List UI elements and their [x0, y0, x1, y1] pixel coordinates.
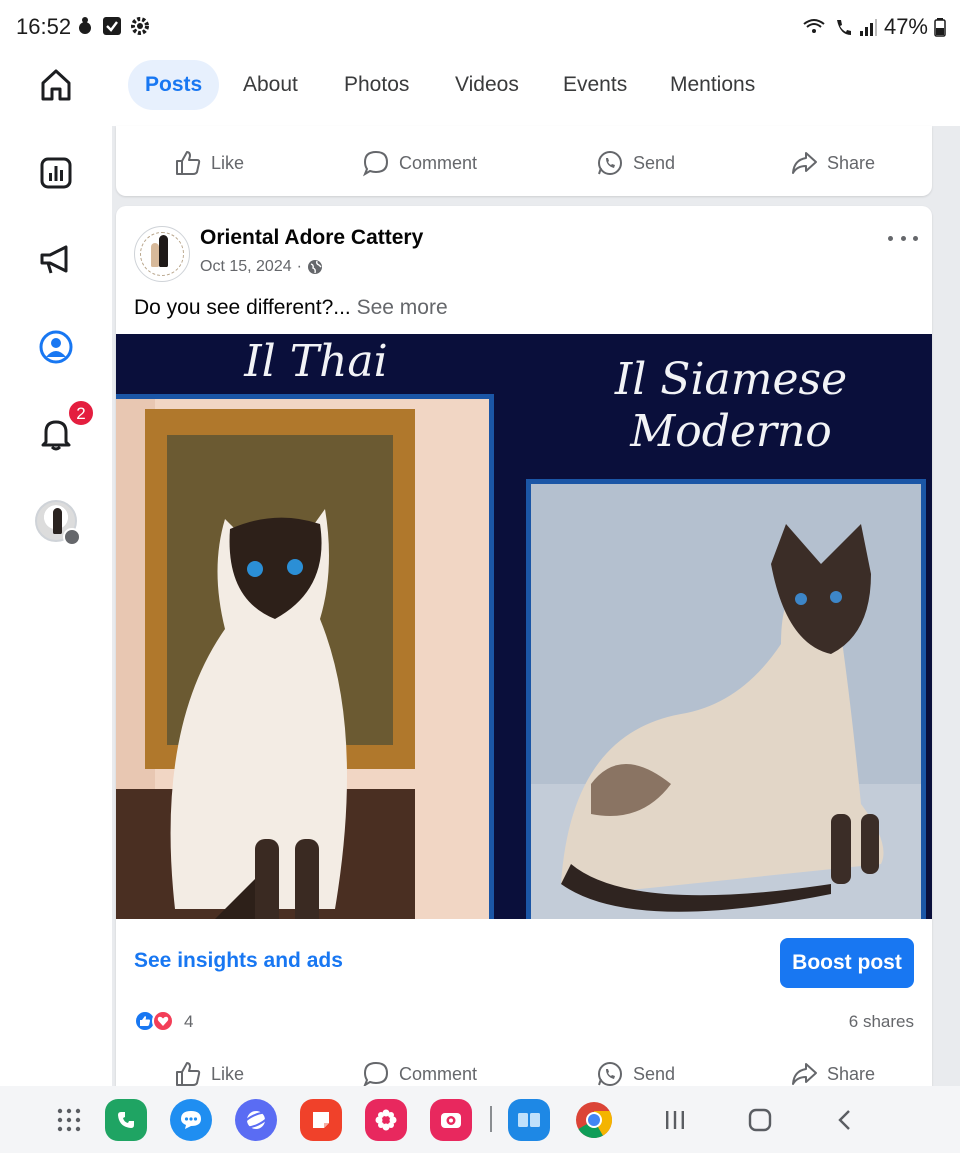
tab-posts[interactable]: Posts — [128, 60, 220, 110]
status-left-icons — [76, 16, 150, 36]
rail-profile[interactable] — [34, 325, 78, 369]
tab-videos[interactable]: Videos — [438, 60, 536, 110]
app-drawer-icon[interactable] — [47, 1098, 91, 1142]
back-button-icon[interactable] — [823, 1098, 867, 1142]
whatsapp-icon — [598, 1062, 622, 1086]
share-button[interactable]: Share — [790, 138, 875, 188]
reactions-row: 4 6 shares — [116, 1006, 932, 1036]
post-caption: Do you see different?... — [134, 296, 351, 319]
like-icon — [176, 1062, 201, 1086]
menu-badge-icon — [63, 528, 81, 546]
send-label: Send — [633, 1063, 676, 1084]
love-reaction-icon — [152, 1010, 174, 1032]
chrome-app-icon[interactable] — [572, 1098, 616, 1142]
status-right: 47% — [802, 14, 946, 40]
rail-home[interactable] — [34, 63, 78, 107]
wifi-calling-icon — [803, 19, 825, 33]
like-button[interactable]: Like — [174, 138, 244, 188]
dock-divider — [490, 1106, 492, 1132]
tab-photos[interactable]: Photos — [327, 60, 426, 110]
like-label: Like — [211, 1063, 245, 1084]
checkbox-icon — [103, 17, 121, 35]
reaction-icons[interactable] — [134, 1010, 174, 1032]
gallery-app-icon[interactable] — [364, 1098, 408, 1142]
share-icon — [792, 152, 817, 174]
comment-button[interactable]: Comment — [362, 138, 477, 188]
like-label: Like — [211, 152, 245, 173]
rail-account[interactable] — [34, 499, 81, 546]
left-rail: 2 — [0, 56, 112, 1086]
page-avatar[interactable] — [134, 226, 190, 282]
share-icon — [792, 1063, 817, 1085]
tab-mentions[interactable]: Mentions — [653, 60, 772, 110]
shares-count[interactable]: 6 shares — [849, 1012, 914, 1032]
bell-icon — [41, 420, 71, 451]
thai-cat-photo — [116, 394, 494, 919]
settings-gear-icon — [131, 17, 149, 35]
comment-icon — [362, 150, 389, 177]
camera-app-icon[interactable] — [429, 1098, 473, 1142]
profile-icon — [39, 330, 73, 364]
send-button[interactable]: Send — [596, 138, 675, 188]
battery-icon — [934, 18, 946, 37]
reaction-count[interactable]: 4 — [184, 1012, 193, 1032]
previous-post-actions: Like Comment Send Share — [116, 138, 932, 188]
phone-app-icon[interactable] — [104, 1098, 148, 1142]
notification-app-icon — [79, 17, 91, 34]
whatsapp-icon — [598, 151, 622, 175]
call-icon — [836, 20, 851, 35]
status-time: 16:52 — [16, 14, 72, 39]
recent-apps-icon[interactable] — [653, 1098, 697, 1142]
messages-app-icon[interactable] — [169, 1098, 213, 1142]
profile-tabs: Posts About Photos Videos Events Mention… — [112, 56, 960, 126]
post-text: Do you see different?... See more — [134, 296, 448, 320]
image-title-right: Il Siamese Moderno — [614, 354, 848, 457]
send-label: Send — [633, 152, 676, 173]
post-author[interactable]: Oriental Adore Cattery — [200, 226, 423, 250]
notification-badge: 2 — [68, 400, 94, 426]
comment-icon — [362, 1061, 389, 1088]
share-label: Share — [827, 1063, 876, 1084]
siamese-cat-photo — [526, 479, 926, 919]
notes-app-icon[interactable] — [299, 1098, 343, 1142]
previous-post-card: Like Comment Send Share — [116, 126, 932, 196]
post-date[interactable]: Oct 15, 2024 — [200, 258, 292, 276]
meta-separator: · — [296, 258, 302, 275]
rail-ads[interactable] — [34, 238, 78, 282]
feed: Like Comment Send Share Oriental Adore C… — [112, 126, 960, 1106]
insights-row: See insights and ads Boost post — [116, 919, 932, 999]
post-image[interactable]: Il Thai Il Siamese Moderno — [116, 334, 932, 919]
android-nav-bar — [0, 1086, 960, 1153]
like-icon — [176, 151, 201, 175]
share-label: Share — [827, 152, 876, 173]
post-meta: Oct 15, 2024 · — [200, 258, 323, 276]
rail-notifications[interactable]: 2 — [34, 400, 94, 456]
globe-icon — [307, 260, 322, 274]
dual-window-app-icon[interactable] — [507, 1098, 551, 1142]
comment-label: Comment — [399, 1063, 478, 1084]
see-more-link[interactable]: See more — [357, 296, 448, 319]
megaphone-icon — [40, 245, 68, 274]
account-avatar — [35, 500, 81, 546]
comment-label: Comment — [399, 152, 478, 173]
home-icon — [41, 69, 71, 101]
rail-insights[interactable] — [34, 151, 78, 195]
signal-icon — [859, 19, 877, 36]
tab-about[interactable]: About — [226, 60, 315, 110]
see-insights-link[interactable]: See insights and ads — [134, 949, 343, 973]
chart-icon — [40, 157, 72, 189]
post-card: Oriental Adore Cattery Oct 15, 2024 · Do… — [116, 206, 932, 1106]
image-title-left: Il Thai — [244, 336, 388, 387]
home-button-icon[interactable] — [738, 1098, 782, 1142]
boost-post-button[interactable]: Boost post — [780, 938, 914, 988]
thai-cat-illustration — [116, 399, 489, 919]
internet-app-icon[interactable] — [234, 1098, 278, 1142]
siamese-cat-illustration — [531, 484, 921, 919]
battery-percent: 47% — [883, 14, 928, 39]
status-bar: 16:52 47% — [0, 0, 960, 56]
post-more-options-icon[interactable] — [888, 228, 918, 248]
tab-events[interactable]: Events — [546, 60, 644, 110]
